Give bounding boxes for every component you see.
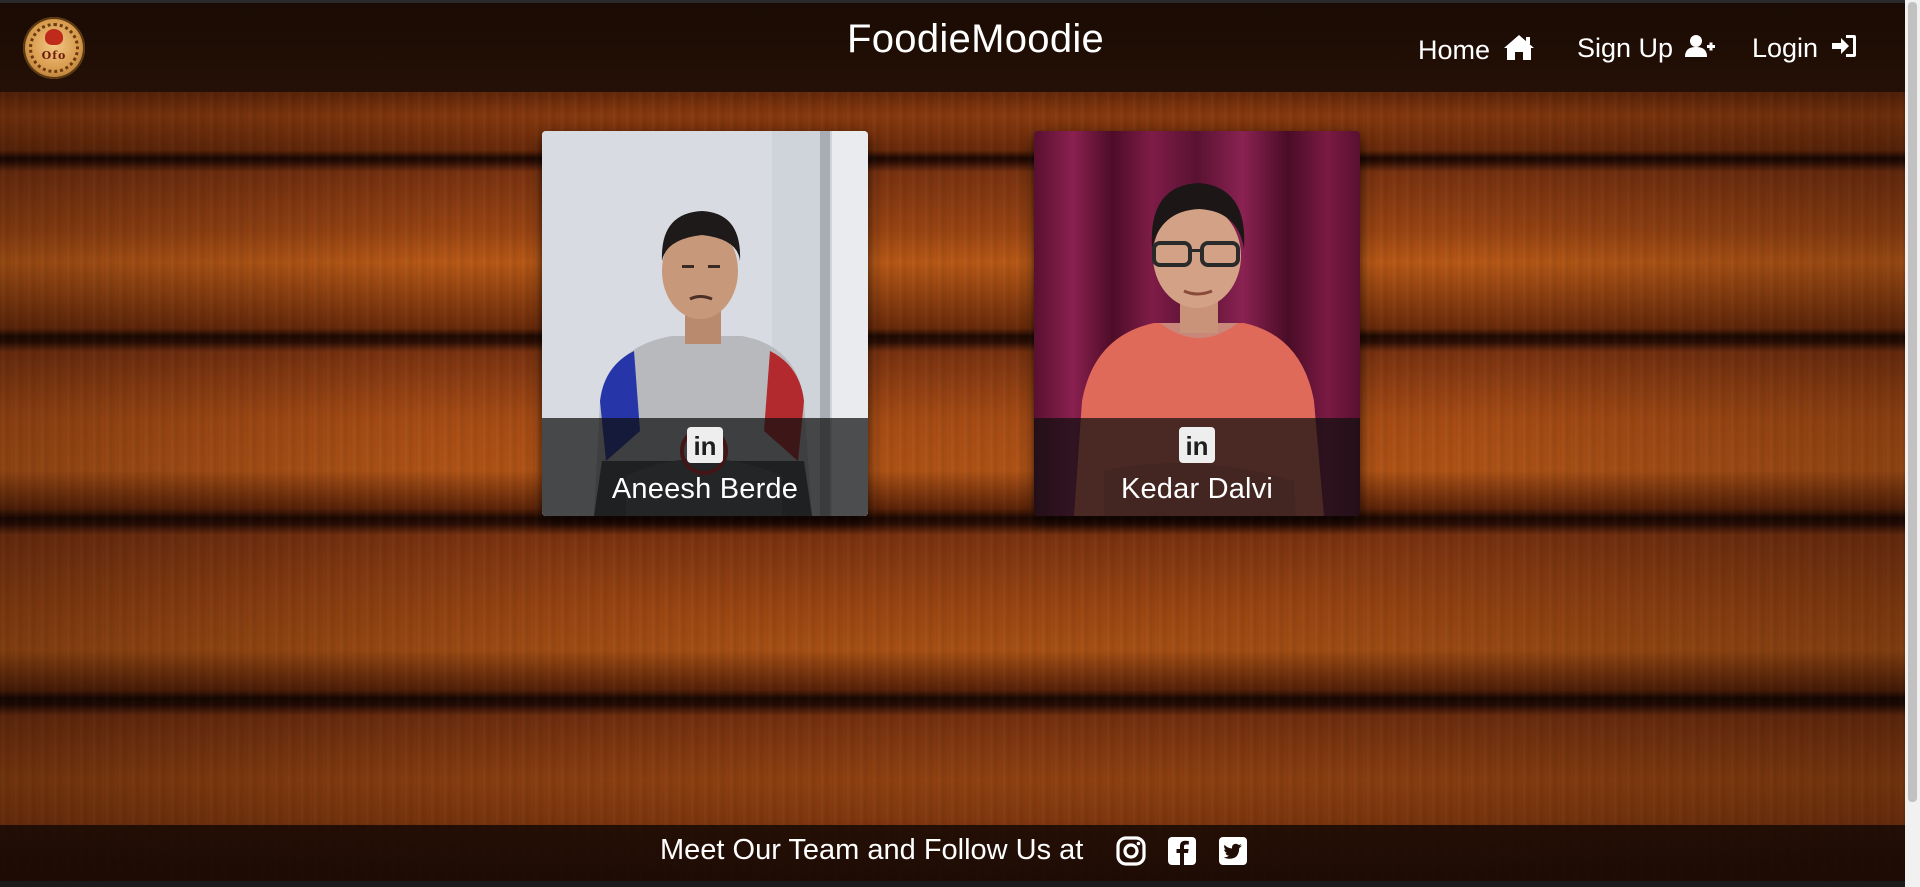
instagram-icon[interactable] (1115, 835, 1147, 867)
user-plus-icon (1684, 35, 1715, 57)
linkedin-icon[interactable]: in (687, 427, 723, 463)
team-card: in Kedar Dalvi (1034, 131, 1360, 516)
linkedin-icon[interactable]: in (1179, 427, 1215, 463)
team-card: in Aneesh Berde (542, 131, 868, 516)
member-name: Aneesh Berde (611, 473, 799, 505)
logo-text: Ofo (41, 49, 67, 62)
footer: Meet Our Team and Follow Us at (0, 825, 1905, 887)
nav-signup-label: Sign Up (1577, 33, 1674, 63)
nav-signup-link[interactable]: Sign Up (1577, 33, 1715, 64)
nav-login-label: Login (1752, 33, 1819, 63)
footer-bottom-border (0, 881, 1905, 887)
card-caption: in Kedar Dalvi (1034, 418, 1360, 516)
background-vignette (0, 0, 1905, 887)
nav-home-link[interactable]: Home (1418, 33, 1536, 66)
brand-title: FoodieMoodie (847, 17, 1105, 61)
member-name: Kedar Dalvi (1120, 473, 1274, 505)
chef-hat-icon (45, 29, 63, 45)
sign-in-icon (1831, 35, 1856, 57)
site-logo[interactable]: Ofo (23, 17, 85, 79)
scrollbar-thumb[interactable] (1908, 2, 1917, 802)
footer-text: Meet Our Team and Follow Us at (660, 834, 1084, 866)
page-scrollbar[interactable] (1905, 0, 1920, 887)
nav-login-link[interactable]: Login (1752, 33, 1858, 64)
nav-home-label: Home (1418, 35, 1491, 65)
home-icon (1503, 35, 1534, 60)
twitter-icon[interactable] (1217, 835, 1249, 867)
facebook-icon[interactable] (1166, 835, 1198, 867)
navbar: Ofo FoodieMoodie Home Sign Up Login (0, 0, 1905, 92)
card-caption: in Aneesh Berde (542, 418, 868, 516)
